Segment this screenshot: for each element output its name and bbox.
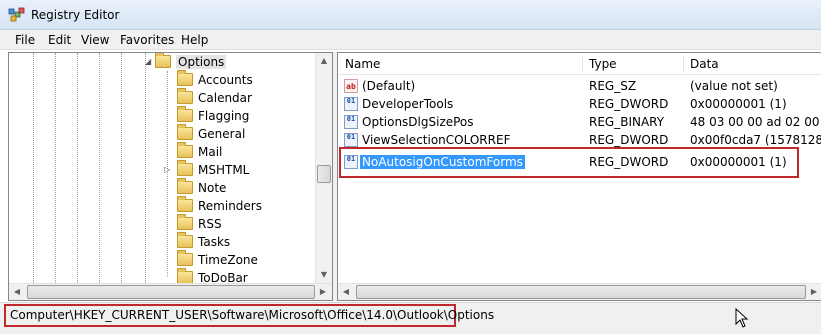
tree-item-rss[interactable]: RSS <box>9 214 314 233</box>
key-tree-pane[interactable]: ◢ Options Accounts Calendar Flagging Gen… <box>8 52 333 301</box>
menu-favorites[interactable]: Favorites <box>120 33 174 47</box>
list-hscroll-thumb[interactable] <box>356 285 806 299</box>
tree-item-note[interactable]: Note <box>9 178 314 197</box>
registry-value-row[interactable]: 01 DeveloperTools REG_DWORD 0x00000001 (… <box>338 95 821 113</box>
scroll-right-arrow-icon[interactable]: ▶ <box>315 284 331 300</box>
tree-item-label: Options <box>176 55 227 69</box>
tree-item-label: Calendar <box>198 91 252 105</box>
collapse-arrow-icon[interactable]: ◢ <box>145 57 151 66</box>
scroll-down-arrow-icon[interactable]: ▼ <box>316 267 332 283</box>
folder-icon <box>177 124 193 140</box>
value-name: DeveloperTools <box>362 97 454 111</box>
expand-arrow-icon[interactable]: ▷ <box>164 165 170 174</box>
column-header-data[interactable]: Data <box>690 57 719 71</box>
tree-horizontal-scrollbar[interactable]: ◀ ▶ <box>9 283 332 300</box>
value-name: OptionsDlgSizePos <box>362 115 474 129</box>
status-bar: Computer\HKEY_CURRENT_USER\Software\Micr… <box>0 302 821 334</box>
scroll-up-arrow-icon[interactable]: ▲ <box>316 53 332 69</box>
folder-icon <box>177 214 193 230</box>
highlight-annotation-box <box>339 147 799 178</box>
tree-item-tasks[interactable]: Tasks <box>9 232 314 251</box>
menu-file[interactable]: File <box>15 33 35 47</box>
folder-icon <box>177 232 193 248</box>
tree-item-label: RSS <box>198 217 222 231</box>
binary-value-icon: 01 <box>344 115 358 129</box>
key-path: Computer\HKEY_CURRENT_USER\Software\Micr… <box>10 308 495 322</box>
tree-item-mshtml[interactable]: ▷ MSHTML <box>9 160 314 179</box>
tree-scroll-thumb[interactable] <box>317 165 331 183</box>
value-type: REG_BINARY <box>589 115 665 129</box>
menu-view[interactable]: View <box>81 33 109 47</box>
menu-help[interactable]: Help <box>181 33 208 47</box>
registry-editor-icon <box>8 7 25 22</box>
value-name: (Default) <box>362 79 416 93</box>
binary-value-icon: 01 <box>344 97 358 111</box>
scroll-right-arrow-icon[interactable]: ▶ <box>806 284 821 300</box>
registry-value-row[interactable]: ab (Default) REG_SZ (value not set) <box>338 77 821 95</box>
tree-item-calendar[interactable]: Calendar <box>9 88 314 107</box>
tree-item-general[interactable]: General <box>9 124 314 143</box>
registry-value-row[interactable]: 01 OptionsDlgSizePos REG_BINARY 48 03 00… <box>338 113 821 131</box>
tree-item-options[interactable]: ◢ Options <box>9 53 314 71</box>
value-type: REG_SZ <box>589 79 637 93</box>
title-bar: Registry Editor <box>0 0 821 30</box>
column-header-type[interactable]: Type <box>589 57 617 71</box>
column-divider[interactable] <box>683 55 684 73</box>
tree-item-label: MSHTML <box>198 163 250 177</box>
tree-item-label: TimeZone <box>198 253 258 267</box>
folder-icon <box>177 178 193 194</box>
tree-item-accounts[interactable]: Accounts <box>9 70 314 89</box>
tree-item-reminders[interactable]: Reminders <box>9 196 314 215</box>
value-name: ViewSelectionCOLORREF <box>362 133 511 147</box>
tree-item-label: General <box>198 127 246 141</box>
tree-item-timezone[interactable]: TimeZone <box>9 250 314 269</box>
tree-item-label: Reminders <box>198 199 262 213</box>
string-value-icon: ab <box>344 79 358 93</box>
binary-value-icon: 01 <box>344 133 358 147</box>
scroll-left-arrow-icon[interactable]: ◀ <box>9 284 25 300</box>
folder-icon <box>177 70 193 86</box>
list-horizontal-scrollbar[interactable]: ◀ ▶ <box>338 283 821 300</box>
list-header: Name Type Data <box>338 53 821 75</box>
value-type: REG_DWORD <box>589 133 669 147</box>
tree-item-label: Tasks <box>198 235 231 249</box>
menu-edit[interactable]: Edit <box>48 33 71 47</box>
tree-item-mail[interactable]: Mail <box>9 142 314 161</box>
mouse-pointer-icon <box>735 308 749 328</box>
folder-icon <box>177 88 193 104</box>
tree-vertical-scrollbar[interactable]: ▲ ▼ <box>315 53 332 283</box>
open-folder-icon <box>155 53 171 68</box>
tree-item-label: Mail <box>198 145 223 159</box>
folder-icon <box>177 250 193 266</box>
value-data: 0x00f0cda7 (15781287) <box>690 133 821 147</box>
folder-icon <box>177 196 193 212</box>
tree-item-label: Note <box>198 181 227 195</box>
folder-icon <box>177 142 193 158</box>
scroll-left-arrow-icon[interactable]: ◀ <box>338 284 354 300</box>
window-title: Registry Editor <box>31 8 120 22</box>
folder-icon <box>177 106 193 122</box>
value-data: 48 03 00 00 ad 02 00 00 60 <box>690 115 821 129</box>
tree-hscroll-thumb[interactable] <box>27 285 315 299</box>
tree-item-flagging[interactable]: Flagging <box>9 106 314 125</box>
values-list-pane[interactable]: Name Type Data ab (Default) REG_SZ (valu… <box>337 52 821 301</box>
value-data: (value not set) <box>690 79 778 93</box>
folder-icon <box>177 160 193 176</box>
column-divider[interactable] <box>582 55 583 73</box>
menu-bar: File Edit View Favorites Help <box>0 30 821 50</box>
value-type: REG_DWORD <box>589 97 669 111</box>
value-data: 0x00000001 (1) <box>690 97 787 111</box>
tree-item-label: Flagging <box>198 109 250 123</box>
tree-item-label: Accounts <box>198 73 253 87</box>
column-header-name[interactable]: Name <box>345 57 380 71</box>
